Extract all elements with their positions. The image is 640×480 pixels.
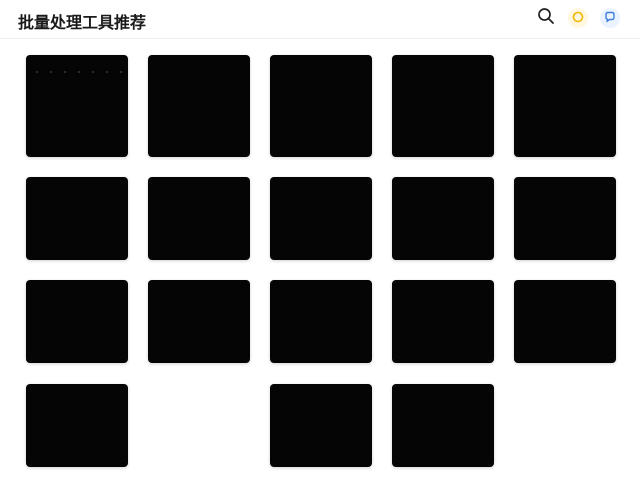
tool-tile[interactable] — [148, 55, 250, 157]
tool-tile[interactable] — [392, 55, 494, 157]
tool-tile[interactable] — [514, 55, 616, 157]
tool-tile[interactable] — [270, 384, 372, 467]
tool-tile[interactable] — [392, 384, 494, 467]
tool-tile[interactable] — [514, 280, 616, 363]
tool-tile[interactable] — [26, 384, 128, 467]
tool-tile[interactable] — [148, 177, 250, 260]
tool-tile[interactable] — [270, 280, 372, 363]
tool-tile[interactable] — [392, 177, 494, 260]
tool-tile[interactable] — [270, 55, 372, 157]
tool-tile[interactable] — [26, 177, 128, 260]
tool-tile[interactable] — [26, 55, 128, 157]
tool-tile[interactable] — [26, 280, 128, 363]
tool-tile[interactable] — [148, 280, 250, 363]
tool-tile[interactable] — [270, 177, 372, 260]
tool-grid — [0, 0, 640, 480]
tool-tile[interactable] — [514, 177, 616, 260]
tile-dots — [36, 69, 126, 75]
page: 批量处理工具推荐 — [0, 0, 640, 480]
tool-tile[interactable] — [392, 280, 494, 363]
